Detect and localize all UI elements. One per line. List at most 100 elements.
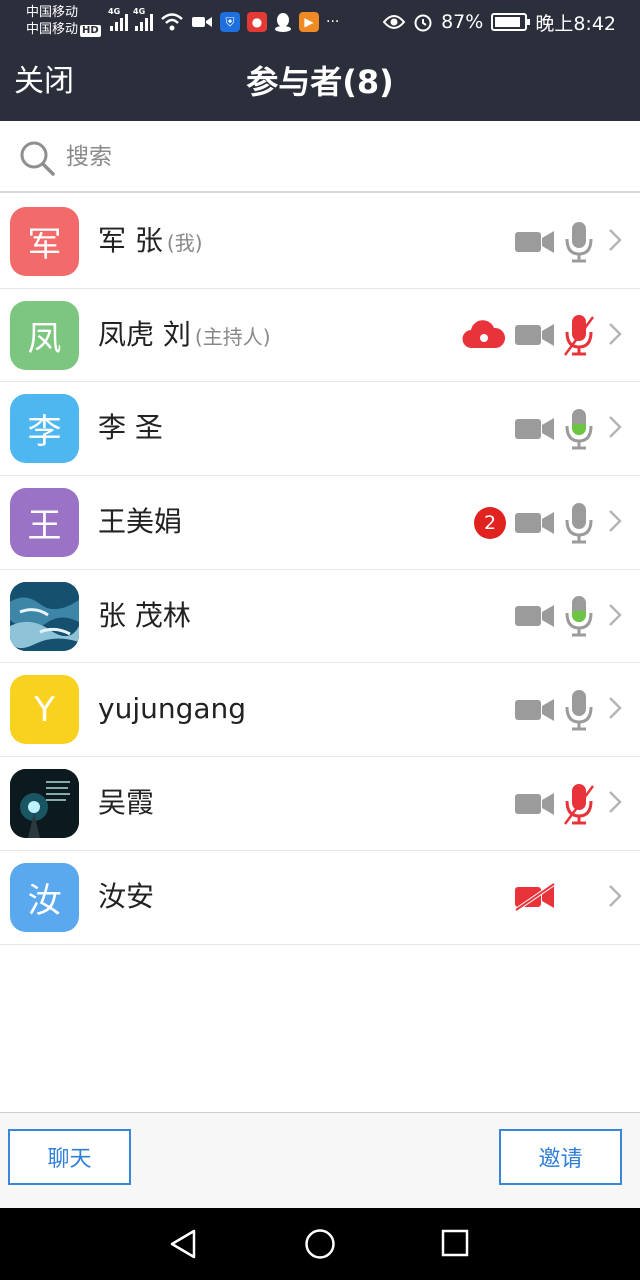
chevron-right-icon[interactable] — [608, 509, 622, 533]
mic-icon[interactable] — [564, 595, 594, 637]
participant-name-line: 军 张 (我) — [98, 223, 203, 261]
participant-name-line: 吴霞 — [98, 785, 154, 821]
participant-role: (主持人) — [194, 324, 271, 349]
network-type-1: 4G — [108, 7, 121, 16]
carrier-2: 中国移动 — [26, 22, 79, 37]
chevron-right-icon[interactable] — [608, 884, 622, 908]
bottom-bar: 聊天 邀请 — [0, 1112, 640, 1208]
title-bar: 关闭 参与者(8) — [0, 44, 640, 121]
avatar: 军 — [10, 207, 79, 276]
video-icon[interactable] — [514, 509, 556, 537]
search-input[interactable] — [66, 137, 606, 177]
participant-name-line: 李 圣 — [98, 410, 163, 446]
participant-name-line: 张 茂林 — [98, 598, 191, 634]
avatar: 凤 — [10, 300, 79, 370]
avatar: 汝 — [10, 862, 79, 932]
chat-button[interactable]: 聊天 — [8, 1129, 131, 1185]
video-icon[interactable] — [514, 602, 556, 630]
back-icon[interactable] — [168, 1228, 198, 1260]
page-title: 参与者(8) — [246, 63, 394, 101]
battery-icon — [491, 13, 531, 31]
video-icon[interactable] — [514, 415, 556, 443]
shield-icon: ⛨ — [220, 12, 240, 32]
participant-row[interactable]: 吴霞 — [0, 757, 640, 851]
participant-status-icons — [514, 195, 594, 288]
avatar — [10, 769, 79, 839]
participant-row[interactable]: Yyujungang — [0, 663, 640, 758]
mic-status-icon: ● — [247, 12, 267, 32]
participant-name: 吴霞 — [98, 786, 155, 820]
status-bar: 中国移动 中国移动 HD 4G 4G ⛨ ● ▶ ··· 87% 晚上8:42 — [0, 0, 640, 44]
participant-row[interactable]: 凤凤虎 刘 (主持人) — [0, 289, 640, 383]
participant-row[interactable]: 王王美娟 2 — [0, 476, 640, 570]
video-icon[interactable] — [514, 228, 556, 256]
participant-status-icons — [514, 570, 594, 663]
participant-name: 王美娟 — [98, 505, 183, 539]
mic-icon[interactable] — [564, 689, 594, 731]
participant-status-icons — [514, 757, 594, 850]
more-notifications-icon: ··· — [326, 14, 340, 30]
participant-name: 凤虎 刘 — [98, 317, 191, 351]
mic-icon[interactable] — [564, 502, 594, 544]
mic-muted-icon[interactable] — [564, 314, 594, 356]
carrier-1: 中国移动 — [26, 5, 79, 20]
mic-muted-icon[interactable] — [564, 783, 594, 825]
participant-row[interactable]: 李李 圣 — [0, 382, 640, 477]
chevron-right-icon[interactable] — [608, 603, 622, 627]
participant-status-icons — [514, 382, 594, 475]
video-status-icon — [192, 17, 212, 27]
mic-icon[interactable] — [564, 408, 594, 450]
signal-icon-2: 4G — [133, 7, 153, 31]
avatar — [10, 581, 79, 651]
search-bar — [0, 121, 640, 193]
participant-row[interactable]: 军军 张 (我) — [0, 195, 640, 289]
mic-icon[interactable] — [564, 221, 594, 263]
video-icon[interactable] — [514, 696, 556, 724]
unread-badge: 2 — [474, 506, 506, 539]
avatar: 李 — [10, 394, 79, 464]
video-icon[interactable] — [514, 790, 556, 818]
network-type-2: 4G — [133, 7, 146, 16]
chevron-right-icon[interactable] — [608, 415, 622, 439]
eye-icon — [383, 15, 406, 29]
participant-row[interactable]: 张 茂林 — [0, 570, 640, 664]
participant-name-line: 王美娟 — [98, 504, 182, 540]
invite-button[interactable]: 邀请 — [499, 1129, 622, 1185]
status-icons-left: 4G 4G ⛨ ● ▶ ··· — [108, 7, 340, 36]
battery-fill — [495, 17, 520, 27]
participant-name: 军 张 — [98, 224, 163, 257]
participant-name: 张 茂林 — [98, 598, 191, 632]
participant-status-icons: 2 — [474, 476, 594, 569]
participant-role: (我) — [166, 231, 203, 255]
system-nav-bar — [0, 1208, 640, 1280]
participant-name: 汝安 — [98, 879, 155, 913]
status-icons-right: 87% 晚上8:42 — [383, 8, 616, 36]
chevron-right-icon[interactable] — [608, 696, 622, 720]
chevron-right-icon[interactable] — [608, 322, 622, 346]
participant-name-line: 汝安 — [98, 879, 154, 915]
recents-icon[interactable] — [441, 1229, 469, 1257]
participant-row[interactable]: 汝汝安 — [0, 851, 640, 945]
home-icon[interactable] — [304, 1228, 336, 1260]
battery-percent: 87% — [441, 11, 484, 33]
cloud-record-icon — [462, 320, 506, 349]
participant-name: 李 圣 — [98, 411, 163, 445]
search-icon — [20, 141, 55, 176]
participant-status-icons — [514, 851, 594, 944]
participant-status-icons — [462, 289, 594, 382]
chevron-right-icon[interactable] — [608, 228, 622, 252]
signal-icon: 4G — [108, 7, 128, 31]
participant-status-icons — [514, 663, 594, 756]
clock: 晚上8:42 — [535, 12, 616, 35]
wifi-icon — [161, 13, 183, 31]
qq-icon — [275, 13, 291, 32]
carrier-info: 中国移动 中国移动 HD — [26, 4, 101, 38]
chevron-right-icon[interactable] — [608, 790, 622, 814]
participant-name: yujungang — [98, 692, 247, 726]
avatar: 王 — [10, 488, 79, 558]
participant-name-line: yujungang — [98, 691, 246, 727]
participant-list: 军军 张 (我) 凤凤虎 刘 (主持人) 李李 圣王王美娟 2 张 茂林 Yyujungang… — [0, 195, 640, 945]
video-icon[interactable] — [514, 321, 556, 349]
player-icon: ▶ — [299, 12, 319, 32]
video-off-icon[interactable] — [514, 883, 556, 912]
